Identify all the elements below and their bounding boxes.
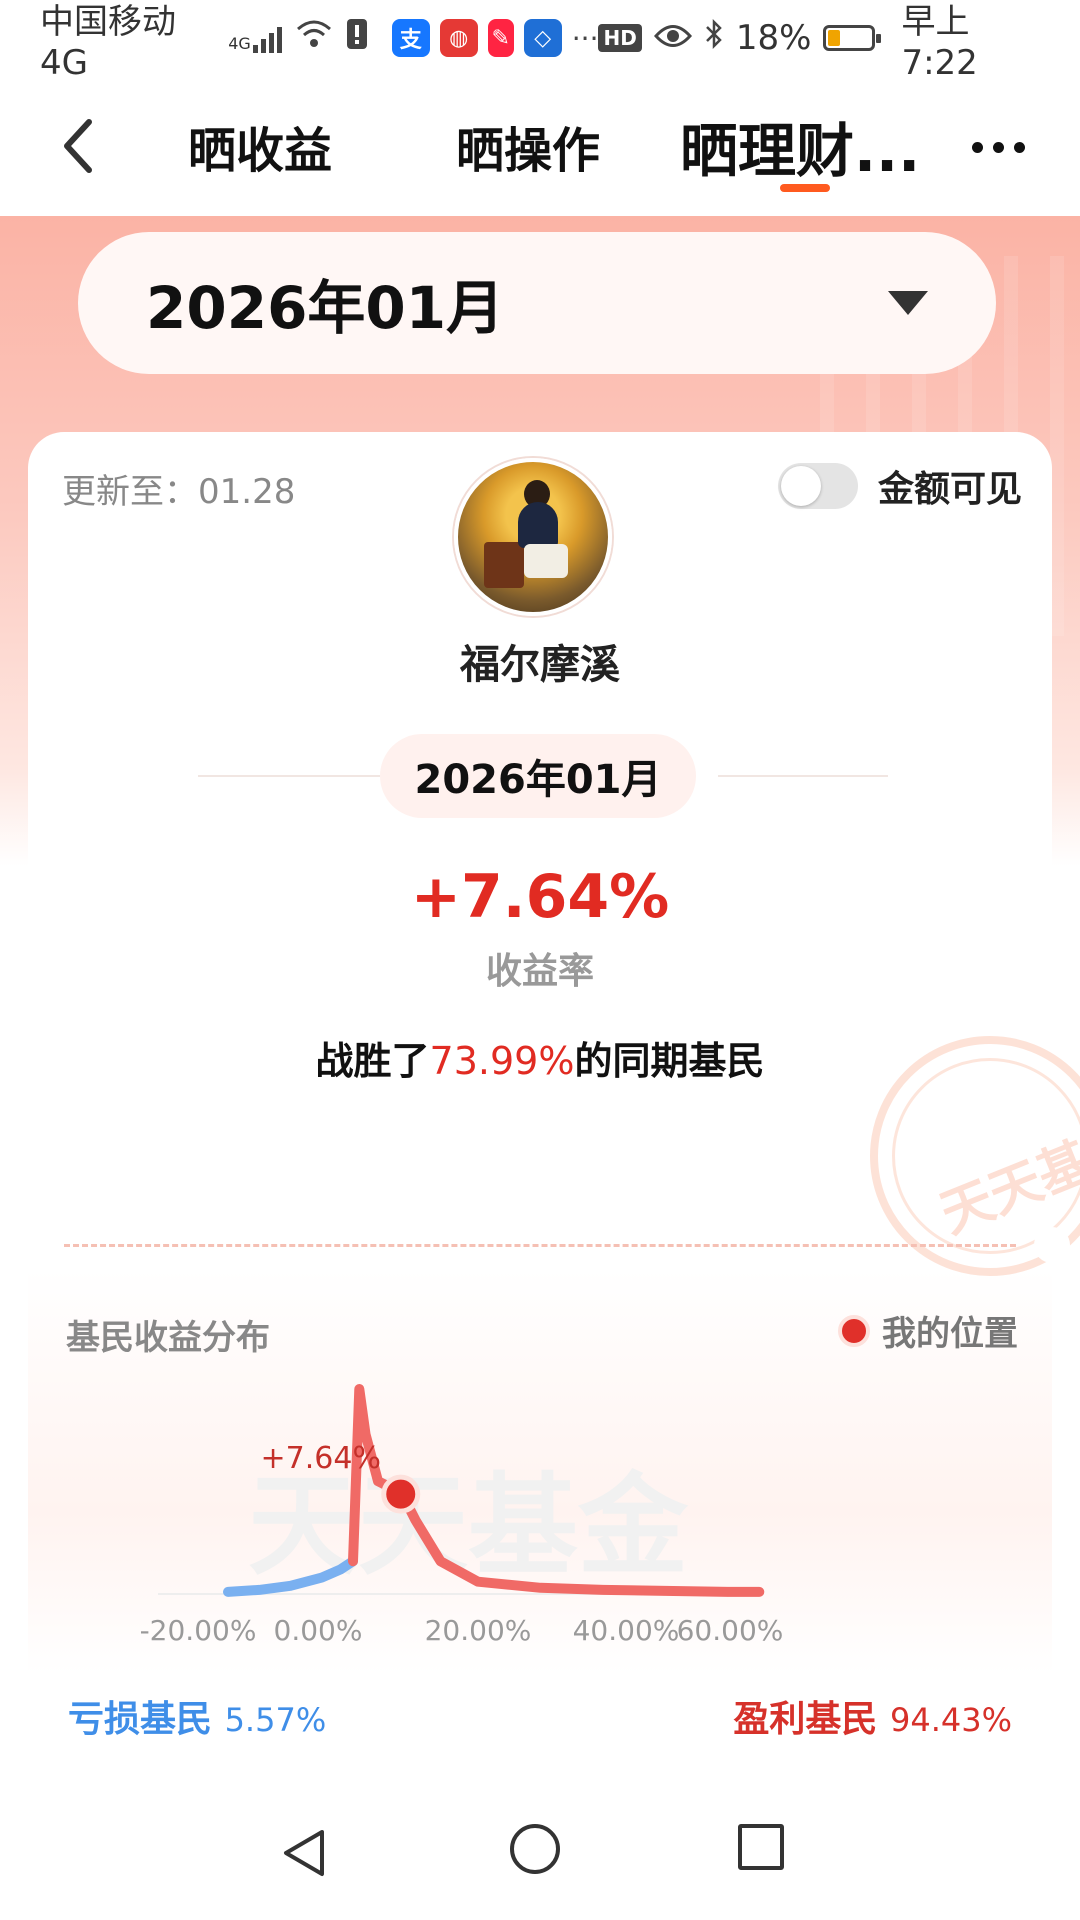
signal-bars-icon (252, 23, 282, 53)
chart-watermark: 天天基金 (248, 1461, 689, 1590)
triangle-back-icon (284, 1830, 324, 1876)
beat-percent: 73.99% (429, 1039, 575, 1083)
distribution-chart: 天天基金+7.64% -20.00% 0.00% 20.00% 40.00%60.00% (140, 1384, 784, 1647)
share-card: 更新至：01.28 金额可见 福尔摩溪 2026年01月 +7.64% 收益率 … (10, 432, 1080, 1782)
period-divider-right (718, 775, 888, 777)
month-selector-value: 2026年01月 (146, 274, 505, 342)
card-notch-left (10, 1227, 46, 1263)
x-tick-label: 20.00% (425, 1614, 532, 1647)
month-selector[interactable]: 2026年01月 (78, 232, 996, 374)
carrier-text: 中国移动4G (40, 1, 176, 83)
more-notifications-icon: ··· (571, 21, 599, 55)
alipay-icon: 支 (391, 19, 430, 57)
back-button[interactable] (48, 106, 108, 186)
x-tick-label: 0.00% (274, 1614, 363, 1647)
stamp-text: 天天基金 (932, 1111, 1080, 1246)
my-position-marker (381, 1474, 421, 1514)
amount-visible-control: 金额可见 (777, 460, 1022, 512)
battery-icon (823, 25, 882, 51)
screen: 中国移动4G 4G 支 ◍ ✎ ◇ ··· HD 18% 早上7:22 晒收益 … (0, 0, 1080, 1920)
loss-investors: 亏损基民 5.57% (68, 1690, 326, 1742)
loss-value: 5.57% (224, 1701, 327, 1739)
username: 福尔摩溪 (460, 642, 620, 688)
status-left: 中国移动4G 4G 支 ◍ ✎ ◇ ··· (40, 0, 598, 83)
tab-show-earnings[interactable]: 晒收益 (188, 106, 332, 186)
gain-value: 94.43% (889, 1701, 1012, 1739)
more-button[interactable] (958, 122, 1038, 172)
more-dot (1013, 141, 1025, 153)
nav-recents-button[interactable] (738, 1824, 784, 1870)
tab-show-operations[interactable]: 晒操作 (456, 106, 600, 186)
distribution-title: 基民收益分布 (66, 1318, 270, 1358)
eye-icon (653, 18, 692, 58)
chevron-left-icon (64, 119, 92, 173)
my-position-label: 我的位置 (882, 1314, 1018, 1354)
my-position-marker-label: +7.64% (261, 1441, 381, 1476)
tab-show-wealth[interactable]: 晒理财... (680, 106, 920, 186)
battery-percent: 18% (735, 18, 812, 58)
x-tick-label: 40.00% (573, 1614, 680, 1647)
period-badge: 2026年01月 (380, 734, 696, 818)
dashed-divider (64, 1244, 1016, 1247)
loss-label: 亏损基民 (68, 1699, 213, 1740)
x-tick-label: 60.00% (677, 1614, 784, 1647)
return-rate-label: 收益率 (485, 951, 594, 992)
nav-home-button[interactable] (510, 1824, 560, 1874)
my-position-legend: 我的位置 (838, 1306, 1018, 1355)
gain-label: 盈利基民 (733, 1699, 878, 1740)
gain-investors: 盈利基民 94.43% (733, 1690, 1012, 1742)
return-rate-value: +7.64% (410, 862, 670, 932)
my-position-dot-icon (838, 1314, 870, 1347)
avatar-figure (518, 502, 558, 548)
avatar-legs (524, 544, 568, 578)
signal-icon: 4G (228, 23, 282, 53)
avatar[interactable] (454, 458, 612, 616)
caret-down-icon (888, 291, 928, 315)
card-notch-right (1034, 1227, 1070, 1263)
avatar-bench (484, 542, 524, 588)
sim-alert-icon (346, 18, 368, 59)
top-nav: 晒收益 晒操作 晒理财... (0, 76, 1080, 216)
amount-visible-toggle[interactable] (777, 463, 858, 509)
beat-suffix: 的同期基民 (574, 1039, 765, 1083)
hd-icon: HD (598, 24, 642, 52)
notification-icons: 支 ◍ ✎ ◇ ··· (391, 19, 599, 57)
system-nav-bar (0, 1780, 1080, 1920)
xiaohongshu-icon: ✎ (487, 19, 514, 57)
status-bar: 中国移动4G 4G 支 ◍ ✎ ◇ ··· HD 18% 早上7:22 (0, 0, 1080, 83)
wifi-icon (296, 18, 332, 58)
update-date: 更新至：01.28 (62, 472, 296, 512)
amount-visible-label: 金额可见 (877, 469, 1022, 510)
nav-back-button[interactable] (282, 1828, 326, 1882)
x-tick-label: -20.00% (140, 1614, 257, 1647)
app-notification-icon: ◍ (439, 19, 478, 57)
more-dot (992, 141, 1004, 153)
beat-prefix: 战胜了 (315, 1039, 430, 1083)
active-tab-indicator (780, 184, 830, 192)
bluetooth-icon (704, 18, 724, 59)
bank-app-icon: ◇ (523, 19, 562, 57)
status-right: HD 18% 早上7:22 (598, 0, 1040, 83)
network-type: 4G (228, 34, 251, 53)
clock: 早上7:22 (901, 1, 978, 83)
more-dot (971, 141, 983, 153)
